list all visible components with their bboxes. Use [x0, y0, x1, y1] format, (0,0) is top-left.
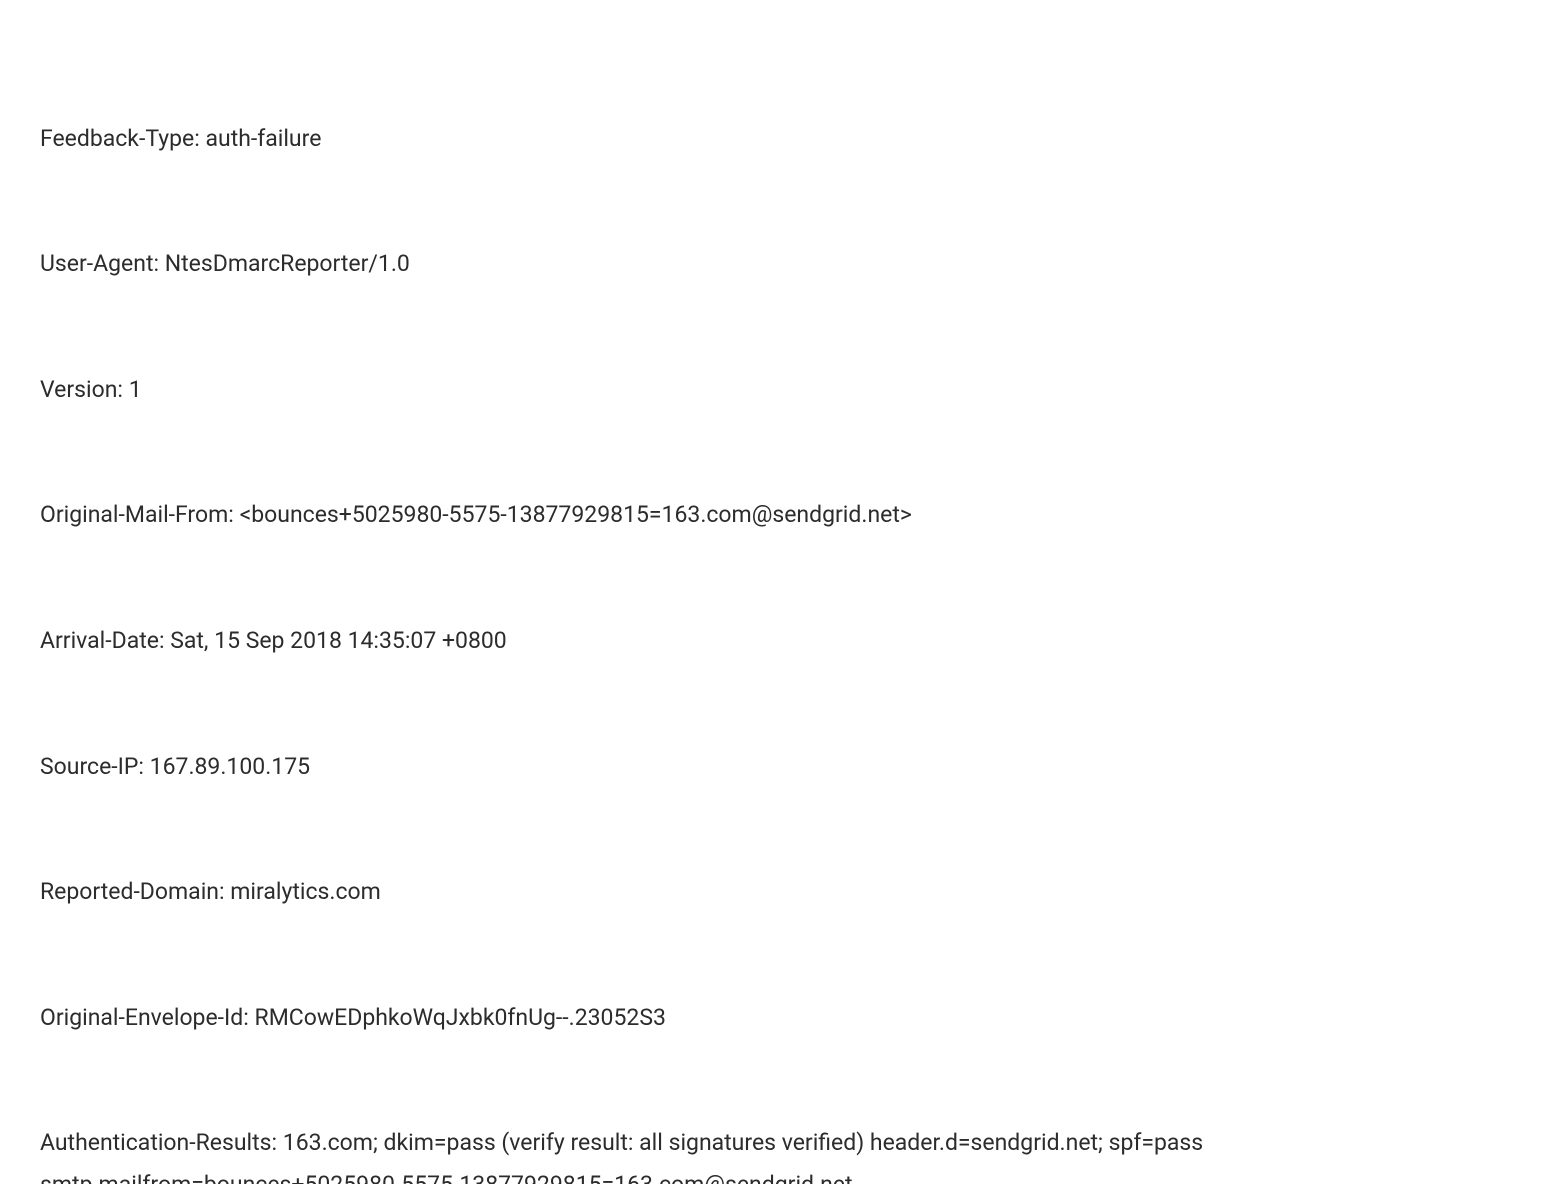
report-line-original-mail-from: Original-Mail-From: <bounces+5025980-557…: [40, 494, 1520, 536]
report-line-arrival-date: Arrival-Date: Sat, 15 Sep 2018 14:35:07 …: [40, 620, 1520, 662]
report-line-feedback-type: Feedback-Type: auth-failure: [40, 118, 1520, 160]
report-line-user-agent: User-Agent: NtesDmarcReporter/1.0: [40, 243, 1520, 285]
report-line-original-envelope-id: Original-Envelope-Id: RMCowEDphkoWqJxbk0…: [40, 997, 1520, 1039]
report-line-source-ip: Source-IP: 167.89.100.175: [40, 746, 1520, 788]
report-line-version: Version: 1: [40, 369, 1520, 411]
report-line-reported-domain: Reported-Domain: miralytics.com: [40, 871, 1520, 913]
report-line-authentication-results: Authentication-Results: 163.com; dkim=pa…: [40, 1122, 1520, 1184]
dmarc-report: Feedback-Type: auth-failure User-Agent: …: [40, 34, 1520, 1184]
